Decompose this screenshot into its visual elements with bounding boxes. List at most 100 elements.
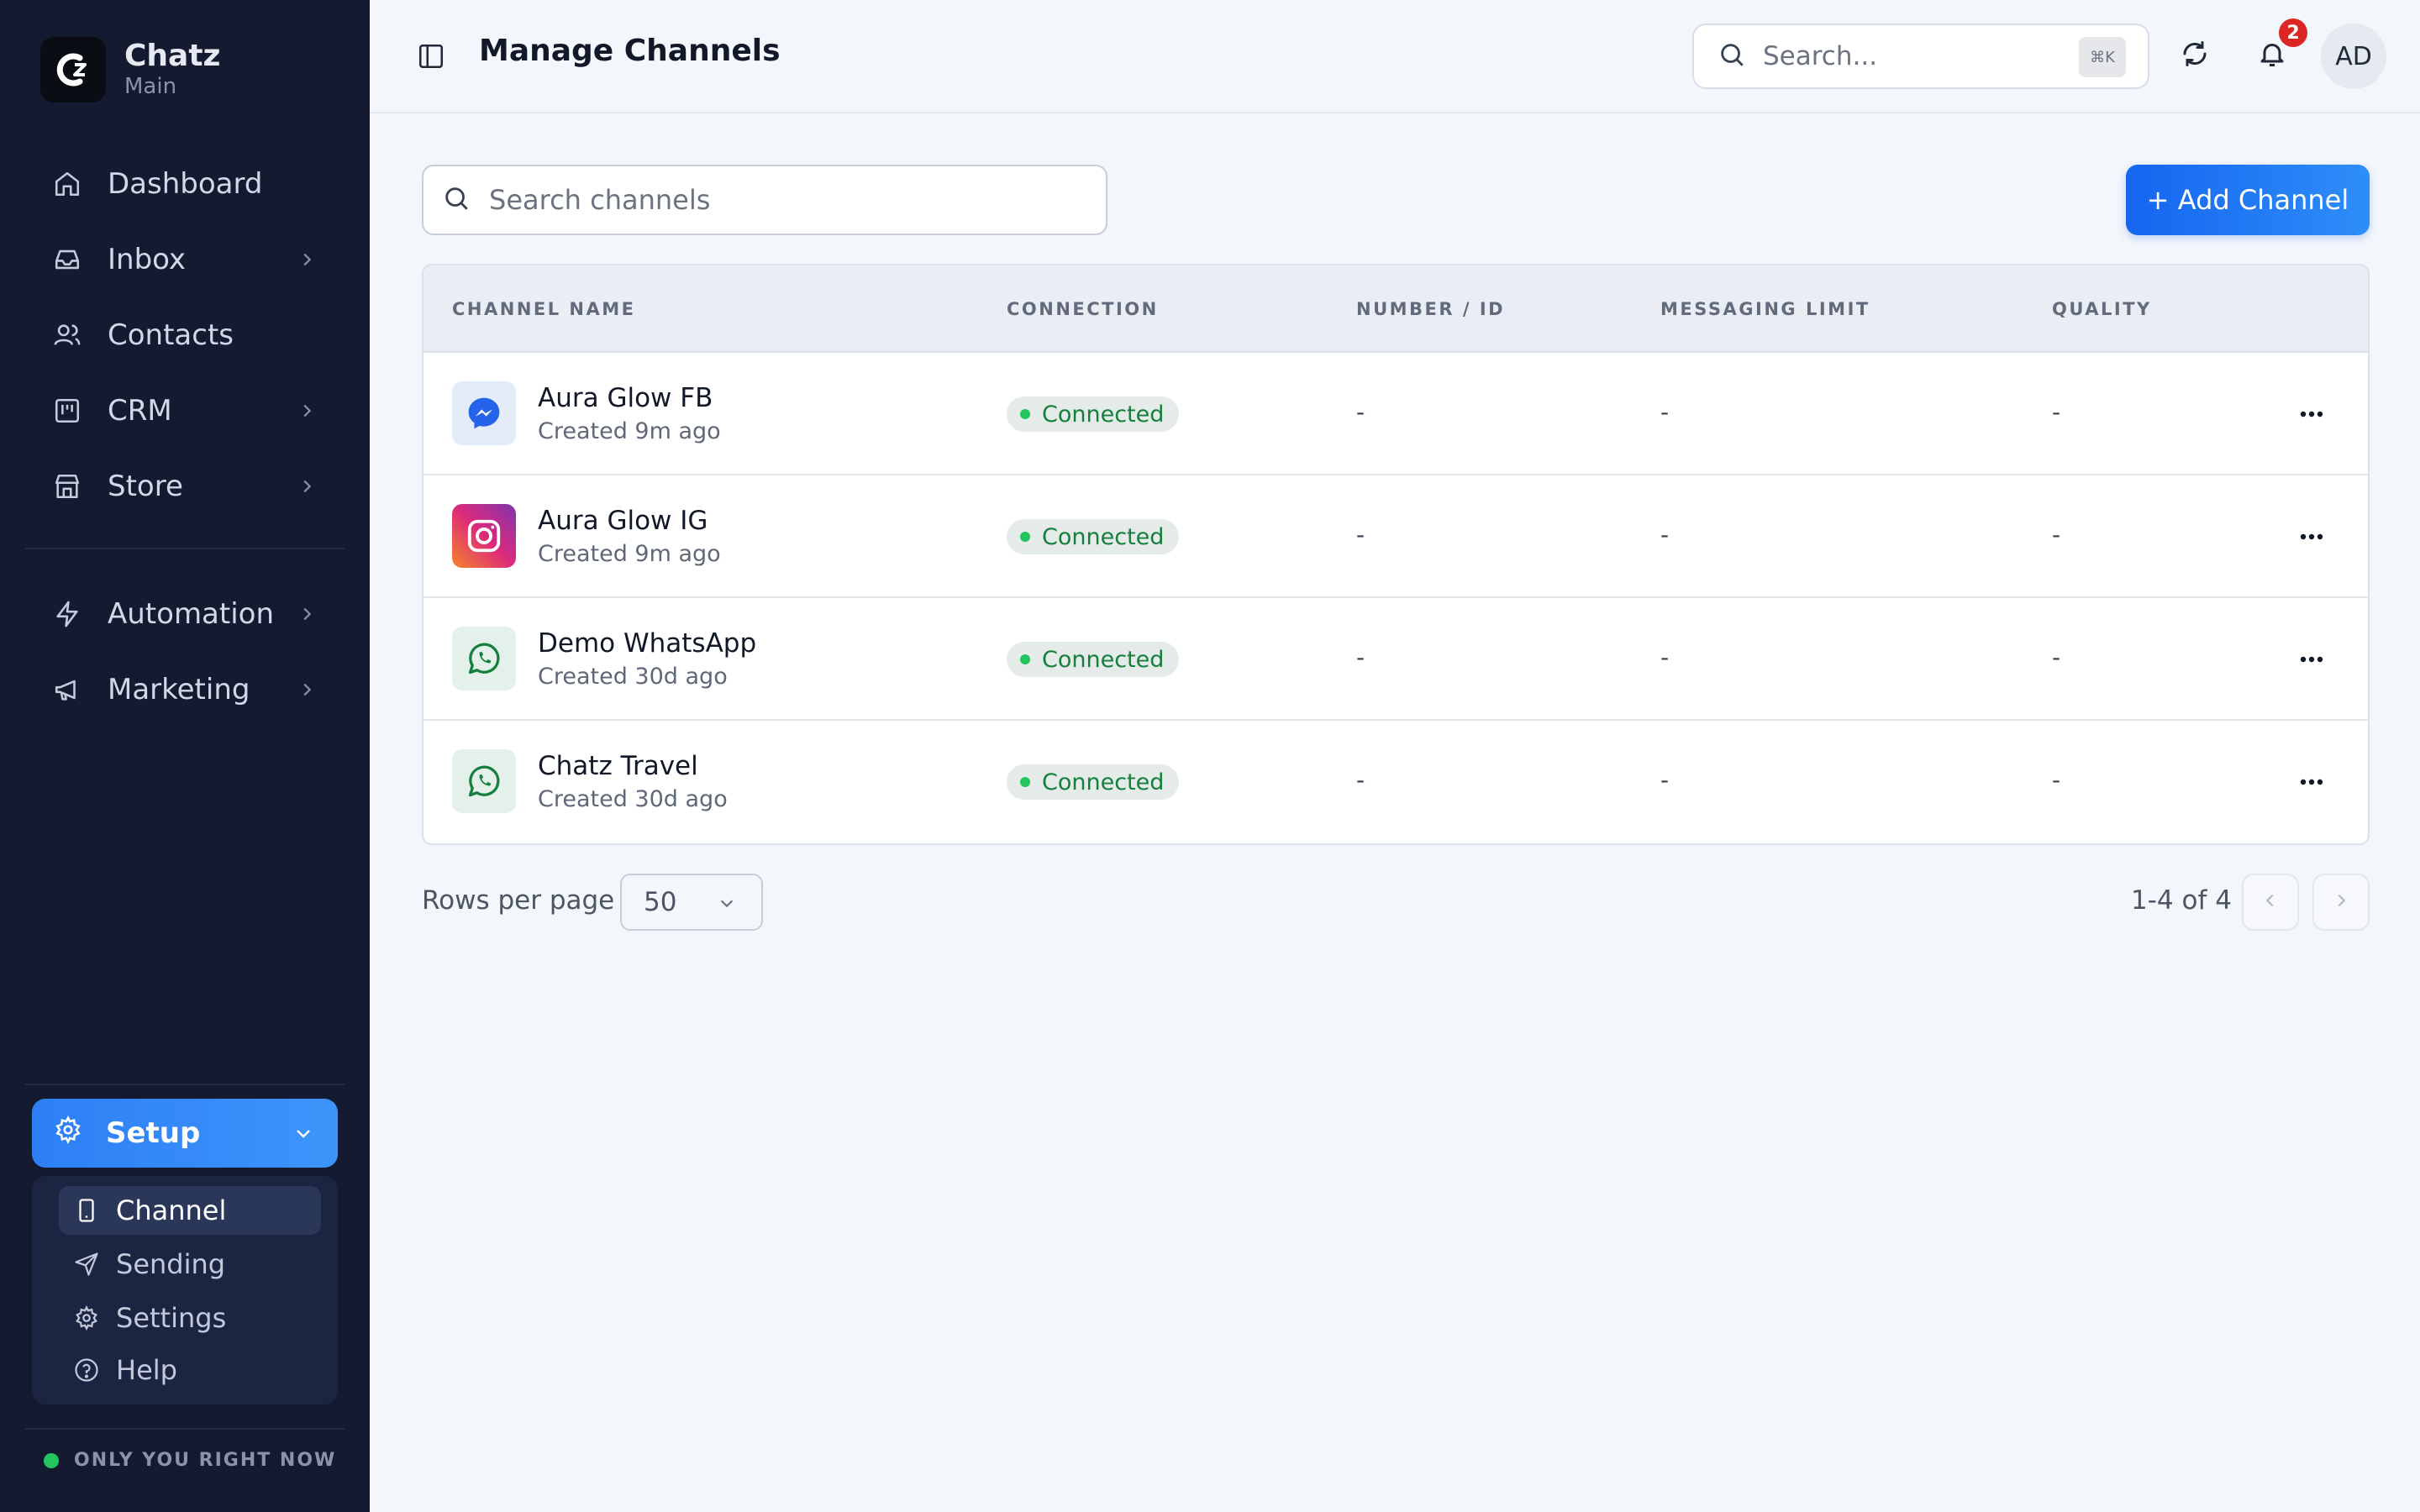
more-actions-icon[interactable] xyxy=(2291,761,2333,803)
status-badge: Connected xyxy=(1007,519,1180,554)
column-header-channel-name: CHANNEL NAME xyxy=(452,299,636,319)
channel-created: Created 9m ago xyxy=(538,541,721,567)
table-row[interactable]: Aura Glow IG Created 9m ago Connected - … xyxy=(424,475,2368,598)
messaging-limit-cell: - xyxy=(1660,643,1670,671)
sidebar-divider xyxy=(25,1084,345,1085)
status-text: Connected xyxy=(1042,646,1165,673)
chevron-left-icon xyxy=(2261,891,2280,913)
store-icon xyxy=(52,471,82,501)
column-header-messaging-limit: MESSAGING LIMIT xyxy=(1660,299,1870,319)
previous-page-button[interactable] xyxy=(2242,874,2299,931)
more-actions-icon[interactable] xyxy=(2291,516,2333,558)
submenu-item-label: Help xyxy=(116,1354,177,1386)
notification-badge: 2 xyxy=(2279,18,2307,47)
refresh-button[interactable] xyxy=(2171,32,2218,79)
table-row[interactable]: Chatz Travel Created 30d ago Connected -… xyxy=(424,721,2368,843)
help-icon xyxy=(72,1356,101,1384)
sidebar-item-store[interactable]: Store xyxy=(25,455,345,517)
sidebar-item-marketing[interactable]: Marketing xyxy=(25,659,345,721)
channel-name: Aura Glow IG xyxy=(538,506,708,536)
messaging-limit-cell: - xyxy=(1660,766,1670,794)
global-search[interactable]: ⌘K xyxy=(1692,24,2149,89)
channel-name: Chatz Travel xyxy=(538,751,698,781)
whatsapp-icon xyxy=(452,627,516,690)
sidebar-divider xyxy=(25,548,345,549)
submenu-item-settings[interactable]: Settings xyxy=(59,1294,321,1342)
status-badge: Connected xyxy=(1007,396,1180,432)
online-dot-icon xyxy=(44,1452,59,1468)
send-icon xyxy=(72,1250,101,1278)
sidebar-item-contacts[interactable]: Contacts xyxy=(25,304,345,366)
gear-icon xyxy=(72,1304,101,1332)
submenu-item-label: Settings xyxy=(116,1302,227,1334)
sidebar-item-label: Dashboard xyxy=(108,167,263,201)
megaphone-icon xyxy=(52,675,82,705)
sidebar-toggle-icon[interactable] xyxy=(417,42,445,71)
status-dot-icon xyxy=(1020,532,1030,542)
table-header: CHANNEL NAME CONNECTION NUMBER / ID MESS… xyxy=(424,265,2368,353)
sidebar-item-label: Automation xyxy=(108,597,275,631)
status-dot-icon xyxy=(1020,654,1030,664)
submenu-item-channel[interactable]: Channel xyxy=(59,1186,321,1235)
status-text: Connected xyxy=(1042,769,1165,795)
status-badge: Connected xyxy=(1007,642,1180,677)
channel-created: Created 30d ago xyxy=(538,664,728,690)
submenu-item-label: Channel xyxy=(116,1194,227,1226)
sidebar: Chatz Main Dashboard Inbox Contacts CRM … xyxy=(0,0,370,1512)
more-actions-icon[interactable] xyxy=(2291,393,2333,435)
brand[interactable]: Chatz Main xyxy=(40,37,221,102)
chevron-right-icon xyxy=(294,474,319,499)
search-icon xyxy=(442,184,471,216)
number-id-cell: - xyxy=(1356,398,1365,426)
instagram-icon xyxy=(452,504,516,568)
sidebar-item-crm[interactable]: CRM xyxy=(25,380,345,442)
status-text: Connected xyxy=(1042,523,1165,550)
sidebar-item-inbox[interactable]: Inbox xyxy=(25,228,345,291)
sidebar-item-dashboard[interactable]: Dashboard xyxy=(25,153,345,215)
submenu-item-label: Sending xyxy=(116,1248,226,1280)
search-icon xyxy=(1718,40,1746,72)
rows-per-page-value: 50 xyxy=(644,887,677,917)
status-text: Connected xyxy=(1042,401,1165,428)
kanban-icon xyxy=(52,396,82,426)
sidebar-item-label: Inbox xyxy=(108,243,187,276)
channel-created: Created 9m ago xyxy=(538,418,721,444)
channel-search-input[interactable] xyxy=(489,184,1077,216)
gear-icon xyxy=(54,1115,82,1152)
chevron-right-icon xyxy=(294,601,319,627)
chevron-down-icon xyxy=(291,1121,316,1146)
sidebar-item-setup[interactable]: Setup xyxy=(32,1099,338,1168)
lightning-icon xyxy=(52,599,82,629)
status-dot-icon xyxy=(1020,777,1030,787)
next-page-button[interactable] xyxy=(2312,874,2370,931)
refresh-icon xyxy=(2180,39,2210,72)
more-actions-icon[interactable] xyxy=(2291,638,2333,680)
sidebar-divider xyxy=(25,1428,345,1430)
home-icon xyxy=(52,169,82,199)
number-id-cell: - xyxy=(1356,643,1365,671)
quality-cell: - xyxy=(2052,398,2061,426)
user-avatar[interactable]: AD xyxy=(2321,24,2386,89)
channel-name: Aura Glow FB xyxy=(538,383,713,413)
table-row[interactable]: Aura Glow FB Created 9m ago Connected - … xyxy=(424,353,2368,475)
sidebar-item-automation[interactable]: Automation xyxy=(25,583,345,645)
rows-per-page-select[interactable]: 50 xyxy=(620,874,763,931)
number-id-cell: - xyxy=(1356,521,1365,549)
submenu-item-help[interactable]: Help xyxy=(59,1346,321,1394)
status-dot-icon xyxy=(1020,409,1030,419)
table-row[interactable]: Demo WhatsApp Created 30d ago Connected … xyxy=(424,598,2368,721)
users-icon xyxy=(52,320,82,350)
shortcut-hint: ⌘K xyxy=(2079,37,2126,77)
page-title: Manage Channels xyxy=(479,34,781,68)
column-header-quality: QUALITY xyxy=(2052,299,2152,319)
channel-search[interactable] xyxy=(422,165,1107,235)
add-channel-button[interactable]: + Add Channel xyxy=(2126,165,2370,235)
chevron-right-icon xyxy=(294,677,319,702)
global-search-input[interactable] xyxy=(1763,41,2065,71)
bell-icon xyxy=(2257,39,2287,72)
column-header-number-id: NUMBER / ID xyxy=(1356,299,1506,319)
setup-submenu: Channel Sending Settings Help xyxy=(32,1176,338,1404)
channel-name: Demo WhatsApp xyxy=(538,628,757,659)
submenu-item-sending[interactable]: Sending xyxy=(59,1240,321,1289)
sidebar-item-label: Setup xyxy=(106,1116,201,1150)
